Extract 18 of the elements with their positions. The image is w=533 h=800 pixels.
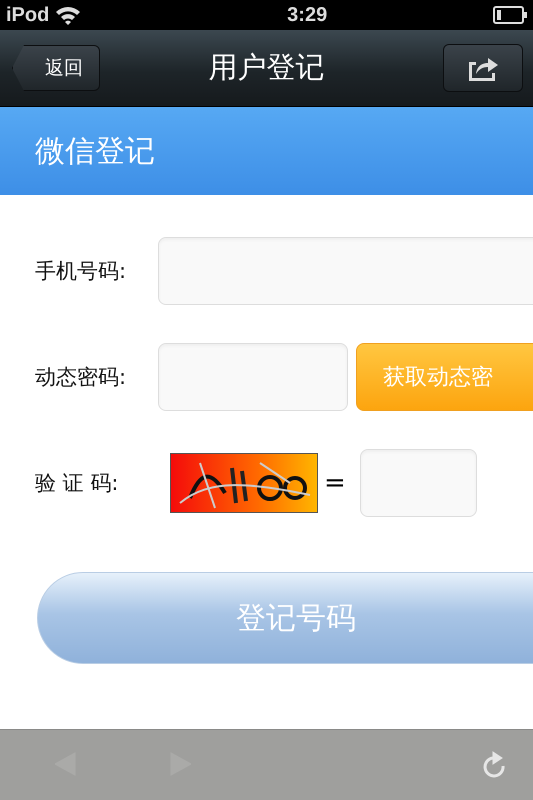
register-button[interactable]: 登记号码 [37, 572, 533, 664]
carrier-name: iPod [6, 4, 50, 26]
share-button[interactable] [443, 44, 523, 92]
phone-input[interactable] [158, 237, 533, 305]
page-title: 用户登记 [208, 49, 324, 86]
reload-icon[interactable] [481, 750, 507, 778]
clock-time: 3:29 [286, 4, 328, 26]
equals-sign: = [324, 468, 346, 498]
battery-icon [493, 6, 527, 24]
field-label: 手机号码: [35, 258, 128, 285]
code-input[interactable] [158, 343, 348, 411]
get-code-button[interactable]: 获取动态密 [356, 343, 533, 411]
field-label: 验 证 码: [35, 470, 120, 497]
wifi-icon [55, 5, 82, 25]
field-label: 动态密码: [35, 364, 128, 391]
captcha-input[interactable] [360, 449, 477, 517]
back-button[interactable]: 返回 [12, 45, 100, 91]
section-title: 微信登记 [35, 132, 155, 170]
